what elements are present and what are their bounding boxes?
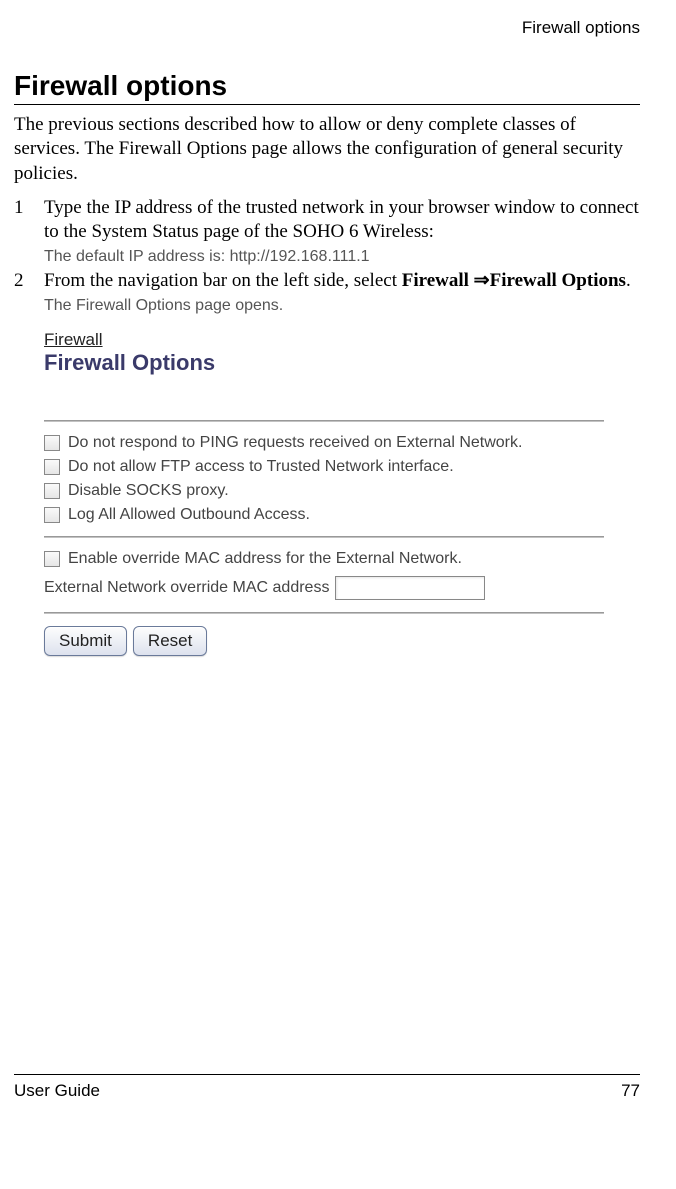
arrow-icon: ⇒ [474,270,490,291]
nav-path-b: Firewall Options [490,270,626,291]
breadcrumb[interactable]: Firewall [44,330,604,350]
page-footer: User Guide 77 [14,1074,640,1101]
nav-path-a: Firewall [402,270,469,291]
step-number: 1 [14,196,44,267]
option-row-socks[interactable]: Disable SOCKS proxy. [44,482,604,500]
option-label: Log All Allowed Outbound Access. [68,506,310,524]
step-note: The default IP address is: http://192.16… [44,247,640,268]
mac-address-label: External Network override MAC address [44,579,329,597]
option-row-log-outbound[interactable]: Log All Allowed Outbound Access. [44,506,604,524]
checkbox-icon[interactable] [44,435,60,451]
option-row-mac-enable[interactable]: Enable override MAC address for the Exte… [44,550,604,568]
option-label: Disable SOCKS proxy. [68,482,229,500]
title-rule [14,104,640,105]
option-label: Do not allow FTP access to Trusted Netwo… [68,458,454,476]
step-note: The Firewall Options page opens. [44,296,640,317]
reset-button[interactable]: Reset [133,626,207,656]
step-text: Type the IP address of the trusted netwo… [44,197,639,242]
step-2: 2 From the navigation bar on the left si… [14,269,640,316]
step-text-prefix: From the navigation bar on the left side… [44,270,402,291]
checkbox-icon[interactable] [44,459,60,475]
running-header: Firewall options [14,18,640,70]
option-label: Enable override MAC address for the Exte… [68,550,462,568]
divider [44,536,604,538]
footer-page-number: 77 [621,1081,640,1101]
step-number: 2 [14,269,44,316]
option-label: Do not respond to PING requests received… [68,434,522,452]
checkbox-icon[interactable] [44,483,60,499]
divider [44,420,604,422]
intro-paragraph: The previous sections described how to a… [14,113,640,186]
divider [44,612,604,614]
step-list: 1 Type the IP address of the trusted net… [14,196,640,317]
option-row-ping[interactable]: Do not respond to PING requests received… [44,434,604,452]
submit-button[interactable]: Submit [44,626,127,656]
footer-left: User Guide [14,1081,100,1101]
section-title: Firewall options [14,70,640,102]
mac-address-row: External Network override MAC address [44,576,604,600]
step-text-suffix: . [626,270,631,291]
option-row-ftp[interactable]: Do not allow FTP access to Trusted Netwo… [44,458,604,476]
mac-address-input[interactable] [335,576,485,600]
step-1: 1 Type the IP address of the trusted net… [14,196,640,267]
button-row: Submit Reset [44,626,604,656]
checkbox-icon[interactable] [44,551,60,567]
page-title: Firewall Options [44,350,604,376]
firewall-options-screenshot: Firewall Firewall Options Do not respond… [44,330,604,656]
checkbox-icon[interactable] [44,507,60,523]
